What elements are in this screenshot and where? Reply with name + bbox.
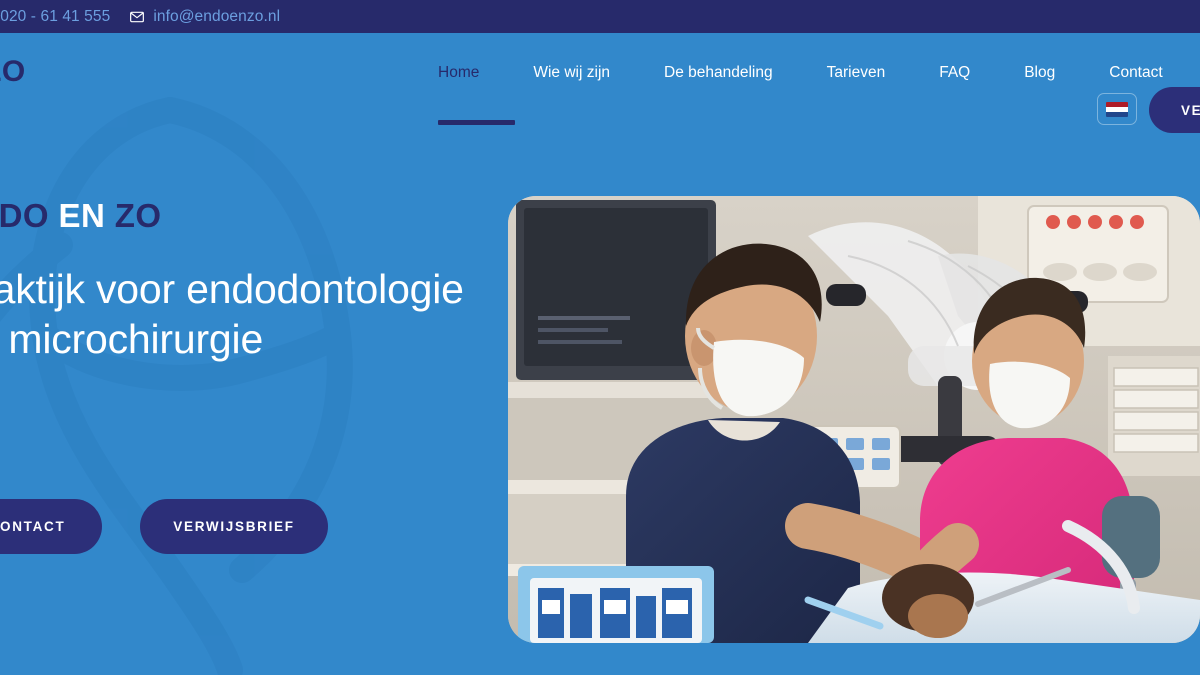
hero-subtitle: Praktijk voor endodontologie en microchi… bbox=[0, 266, 464, 362]
dental-clinic-photo bbox=[508, 196, 1200, 643]
top-utility-bar: logie & Microchirurgie 020 - 61 41 555 i… bbox=[0, 0, 1200, 33]
background-watermark-decoration bbox=[0, 97, 353, 675]
hero-title-endo: ENDO bbox=[0, 197, 49, 234]
hero-title-en: EN bbox=[58, 197, 106, 234]
hero-title-zo: ZO bbox=[114, 197, 162, 234]
hero-image bbox=[508, 196, 1200, 643]
site-header: N ZO Home Wie wij zijn De behandeling Ta… bbox=[0, 33, 1200, 133]
nav-item-wie-wij-zijn[interactable]: Wie wij zijn bbox=[506, 62, 637, 84]
hero-button-group: CONTACT VERWIJSBRIEF bbox=[0, 499, 328, 554]
nav-item-contact[interactable]: Contact bbox=[1082, 62, 1189, 84]
nav-item-blog[interactable]: Blog bbox=[997, 62, 1082, 84]
header-verwijsbrief-button[interactable]: VERWIJSBRIEF bbox=[1149, 87, 1200, 133]
nav-item-home[interactable]: Home bbox=[438, 62, 516, 125]
nav-item-faq[interactable]: FAQ bbox=[912, 62, 997, 84]
site-logo[interactable]: N ZO bbox=[0, 55, 26, 89]
envelope-icon bbox=[128, 8, 145, 25]
phone-contact[interactable]: 020 - 61 41 555 bbox=[0, 8, 110, 26]
hero-brand-title: ENDO EN ZO bbox=[0, 196, 472, 236]
hero-contact-button[interactable]: CONTACT bbox=[0, 499, 102, 554]
phone-link[interactable]: 020 - 61 41 555 bbox=[0, 8, 110, 26]
dutch-flag-icon bbox=[1106, 101, 1128, 117]
language-switcher-button[interactable] bbox=[1097, 93, 1137, 125]
email-contact[interactable]: info@endoenzo.nl bbox=[128, 8, 280, 26]
nav-item-tarieven[interactable]: Tarieven bbox=[800, 62, 913, 84]
logo-text-navy: ZO bbox=[0, 55, 26, 88]
hero-verwijsbrief-button[interactable]: VERWIJSBRIEF bbox=[140, 499, 328, 554]
hero-copy: ENDO EN ZO Praktijk voor endodontologie … bbox=[0, 196, 472, 364]
nav-item-de-behandeling[interactable]: De behandeling bbox=[637, 62, 800, 84]
main-navigation: Home Wie wij zijn De behandeling Tarieve… bbox=[438, 62, 1190, 125]
email-link[interactable]: info@endoenzo.nl bbox=[153, 8, 280, 26]
top-utility-bar-content: logie & Microchirurgie 020 - 61 41 555 i… bbox=[0, 8, 298, 26]
